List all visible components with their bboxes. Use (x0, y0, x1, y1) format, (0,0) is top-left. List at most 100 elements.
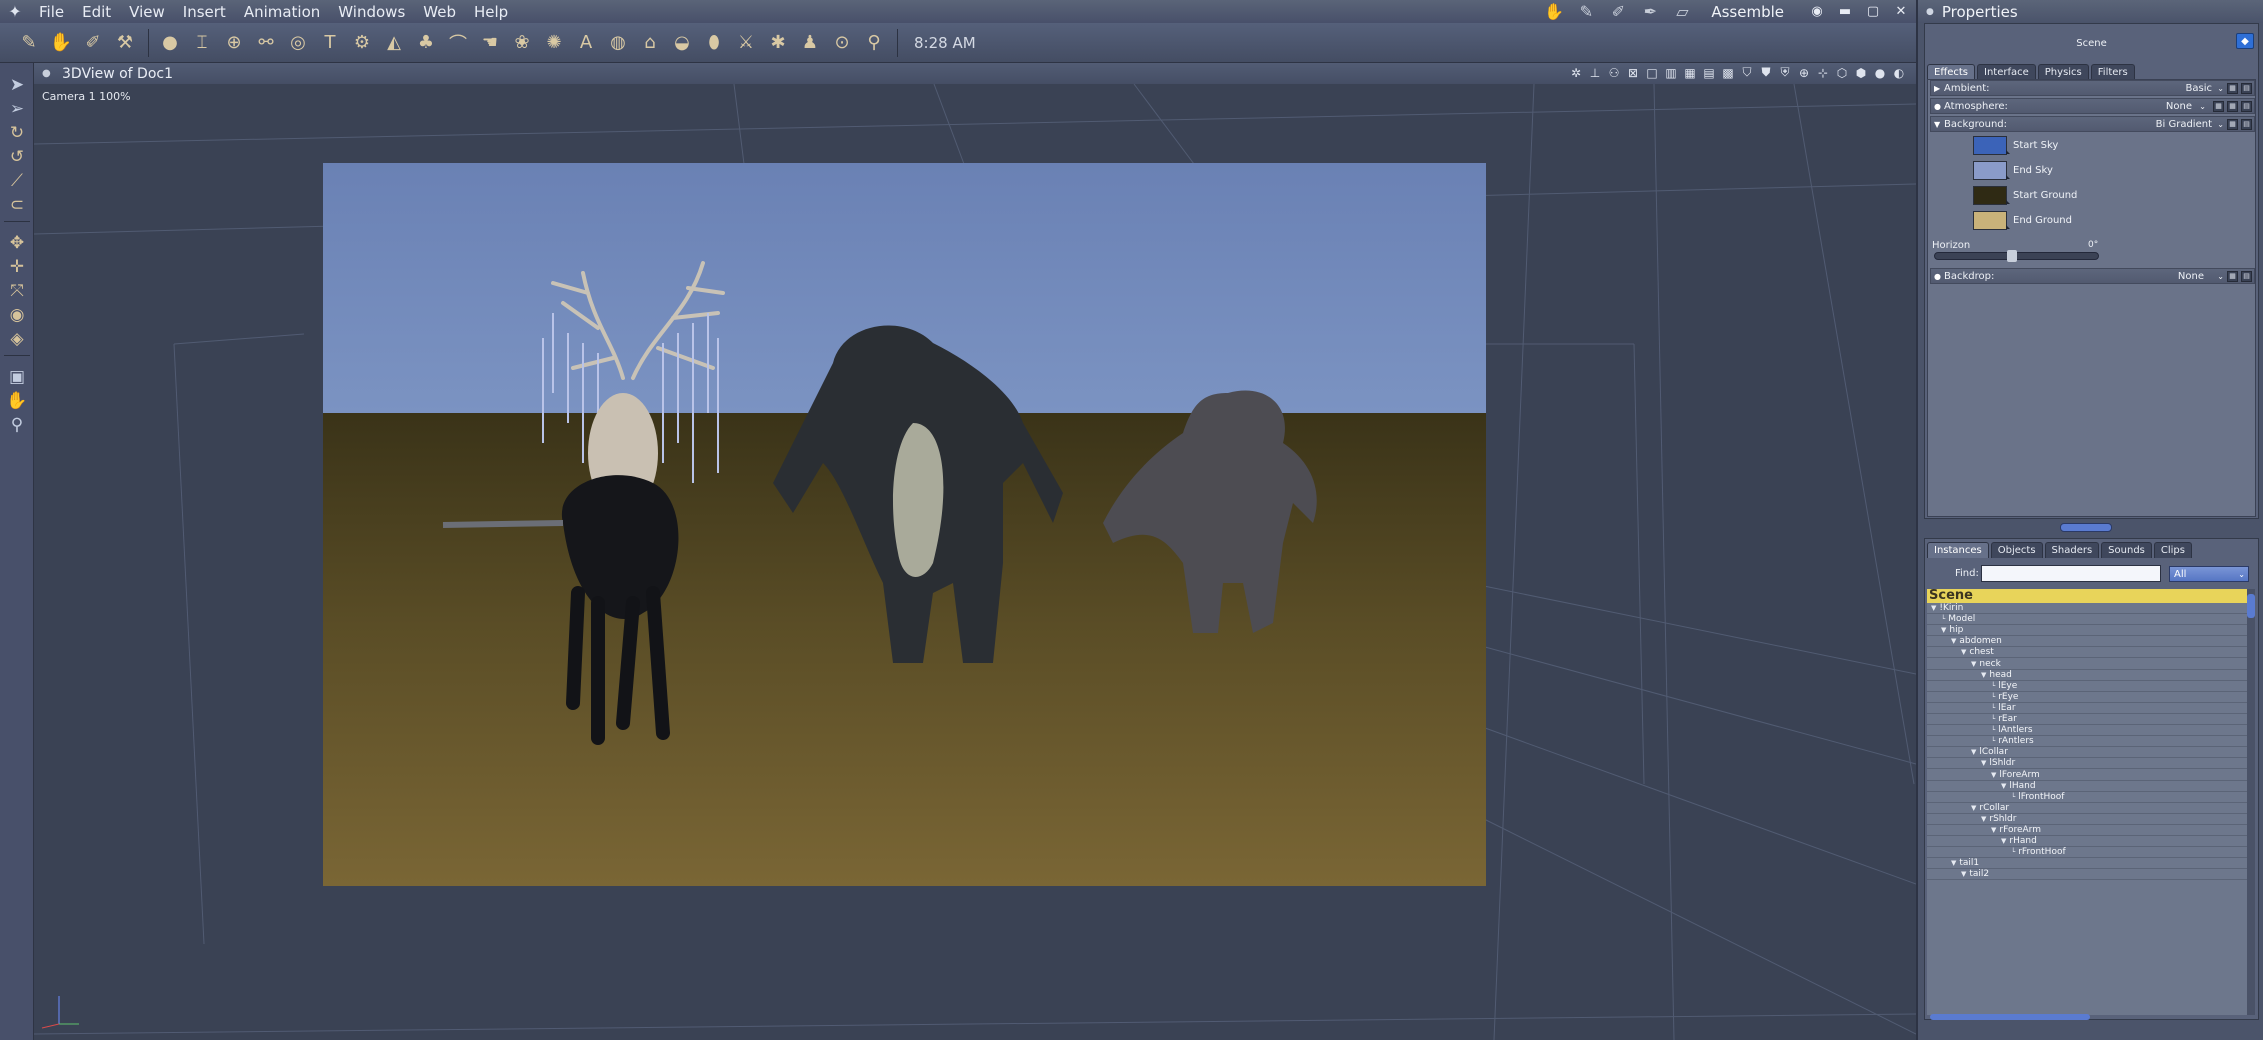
triple-view-icon[interactable]: ▤ (1702, 65, 1716, 80)
twisty-icon[interactable]: ▼ (1971, 660, 1976, 668)
tree-node[interactable]: ▼ rHand (2001, 836, 2037, 847)
shield-c-icon[interactable]: ⛨ (1778, 65, 1792, 80)
tree-row[interactable] (1927, 758, 2247, 770)
tree-node[interactable]: └ lAntlers (1991, 725, 2033, 736)
tree-node[interactable]: └ rAntlers (1991, 736, 2034, 747)
menu-animation[interactable]: Animation (235, 3, 329, 21)
tree-node[interactable]: ▼ lForeArm (1991, 770, 2040, 781)
select-arrow-icon[interactable]: ➤ (5, 73, 29, 97)
twisty-icon[interactable]: ▼ (2001, 782, 2006, 790)
rig-tool-icon[interactable]: ⚒ (110, 28, 140, 58)
expand-icon[interactable]: ▶ (1934, 84, 1944, 93)
tree-icon[interactable]: ♣ (411, 28, 441, 58)
minimize-button[interactable]: ▬ (1836, 4, 1854, 19)
background-edit-icon[interactable]: ▦ (2227, 118, 2238, 130)
tree-node[interactable]: └ rEar (1991, 714, 2017, 725)
quad-view-icon[interactable]: ▦ (1683, 65, 1697, 80)
tree-row[interactable] (1927, 670, 2247, 681)
panel-splitter[interactable] (2060, 523, 2112, 532)
twisty-icon[interactable]: ▼ (1951, 637, 1956, 645)
tree-node[interactable]: ▼ abdomen (1951, 636, 2002, 647)
backdrop-edit-icon[interactable]: ▦ (2227, 270, 2238, 282)
background-value[interactable]: Bi Gradient (2156, 119, 2212, 130)
tree-node[interactable]: └ rEye (1991, 692, 2018, 703)
tree-row[interactable] (1927, 692, 2247, 703)
end-ground-swatch[interactable] (1973, 210, 2010, 230)
pin-icon[interactable]: ● (1926, 7, 1934, 17)
tree-node[interactable]: └ Model (1941, 614, 1975, 625)
close-button[interactable]: ✕ (1892, 4, 1910, 19)
tree-row[interactable] (1927, 603, 2247, 614)
single-view-icon[interactable]: □ (1645, 65, 1659, 80)
move-tool-icon[interactable]: ✥ (5, 231, 29, 255)
bone-icon[interactable]: ⚲ (859, 28, 889, 58)
zoom-icon[interactable]: ⚲ (5, 413, 29, 437)
tree-node[interactable]: ▼ lHand (2001, 781, 2036, 792)
tree-node[interactable]: ▼ lShldr (1981, 758, 2015, 769)
horizontal-scrollbar[interactable] (1930, 1014, 2090, 1020)
planet-icon[interactable]: ◍ (603, 28, 633, 58)
room-paint-icon[interactable]: ✐ (1607, 2, 1629, 21)
ambient-edit-icon[interactable]: ▦ (2227, 82, 2238, 94)
terrain-icon[interactable]: ◭ (379, 28, 409, 58)
twisty-icon[interactable]: ▼ (1961, 870, 1966, 878)
twisty-icon[interactable]: ▼ (1991, 826, 1996, 834)
room-pen-icon[interactable]: ✒ (1639, 2, 1661, 21)
background-row[interactable]: ▼ Background: Bi Gradient ⌄ ▦ ▤ (1930, 116, 2255, 132)
sphere-primitive-icon[interactable]: ● (155, 28, 185, 58)
cylinder-primitive-icon[interactable]: ⌶ (187, 28, 217, 58)
tree-row[interactable] (1927, 625, 2247, 637)
panel-options-button[interactable]: ◆ (2236, 33, 2254, 49)
tree-node[interactable]: ▼ hip (1941, 625, 1963, 636)
rock-icon[interactable]: ⬮ (699, 28, 729, 58)
gear-primitive-icon[interactable]: ⚙ (347, 28, 377, 58)
atmosphere-a-icon[interactable]: ▦ (2213, 100, 2224, 112)
menu-file[interactable]: File (30, 3, 73, 21)
start-sky-row[interactable]: Start Sky (1973, 135, 2058, 155)
tab-shaders[interactable]: Shaders (2044, 542, 2100, 558)
atmosphere-b-icon[interactable]: ▦ (2227, 100, 2238, 112)
dropdown-icon[interactable]: ⌄ (2217, 84, 2224, 93)
maximize-button[interactable]: ▢ (1864, 4, 1882, 19)
atmosphere-row[interactable]: ● Atmosphere: None ⌄ ▦ ▦ ▤ (1930, 98, 2255, 114)
eye-icon[interactable]: ◉ (1808, 4, 1826, 19)
twisty-icon[interactable]: ▼ (2001, 837, 2006, 845)
grid-view-icon[interactable]: ▩ (1721, 65, 1735, 80)
tree-node[interactable]: ▼ !Kirin (1931, 603, 1963, 614)
target-icon[interactable]: ⊙ (827, 28, 857, 58)
box-wire-icon[interactable]: ⬡ (1835, 65, 1849, 80)
start-sky-swatch[interactable] (1973, 135, 2010, 155)
tree-node[interactable]: ▼ head (1981, 670, 2012, 681)
tree-row[interactable] (1927, 836, 2247, 848)
knife-tool-icon[interactable]: ⟋ (5, 169, 29, 193)
tree-row[interactable] (1927, 814, 2247, 825)
tree-row[interactable] (1927, 781, 2247, 792)
trackball-icon[interactable]: ◉ (5, 303, 29, 327)
tree-row[interactable] (1927, 736, 2247, 748)
tab-effects[interactable]: Effects (1927, 64, 1975, 80)
people-icon[interactable]: ⚇ (1607, 65, 1621, 80)
cube-icon[interactable]: ⬢ (1854, 65, 1868, 80)
twist-tool-icon[interactable]: ↺ (5, 145, 29, 169)
light-icon[interactable]: ✲ (1569, 65, 1583, 80)
camera-icon[interactable]: ▣ (5, 365, 29, 389)
twisty-icon[interactable]: ▼ (1931, 604, 1936, 612)
tab-instances[interactable]: Instances (1927, 542, 1989, 558)
dual-view-icon[interactable]: ▥ (1664, 65, 1678, 80)
horizon-slider-knob[interactable] (2007, 250, 2017, 262)
backdrop-value[interactable]: None (2178, 271, 2204, 282)
tree-row[interactable] (1927, 825, 2247, 836)
globe-primitive-icon[interactable]: ⊕ (219, 28, 249, 58)
tree-row[interactable] (1927, 681, 2247, 692)
tree-node[interactable]: ▼ chest (1961, 647, 1994, 658)
twisty-icon[interactable]: ▼ (1981, 671, 1986, 679)
pin-icon[interactable]: ● (42, 68, 56, 79)
tree-row[interactable] (1927, 714, 2247, 725)
atmosphere-menu-icon[interactable]: ▤ (2241, 100, 2252, 112)
ambient-menu-icon[interactable]: ▤ (2241, 82, 2252, 94)
twisty-icon[interactable]: ▼ (1991, 771, 1996, 779)
text-primitive-icon[interactable]: T (315, 28, 345, 58)
brush-tool-icon[interactable]: ✎ (14, 28, 44, 58)
tree-scroll-thumb[interactable] (2247, 594, 2255, 618)
tree-root[interactable]: Scene (1927, 589, 2247, 603)
